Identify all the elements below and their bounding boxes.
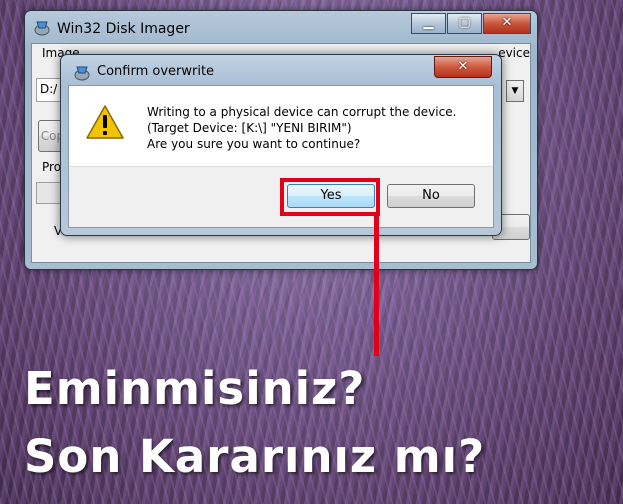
maximize-button[interactable]: ▢ [447, 13, 482, 34]
message-line: (Target Device: [K:\] "YENI BIRIM") [147, 121, 352, 135]
device-dropdown[interactable]: ▼ [506, 80, 524, 102]
dialog-title: Confirm overwrite [97, 64, 215, 79]
annotation-line [374, 214, 379, 356]
no-button[interactable]: No [387, 184, 475, 208]
message-line: Writing to a physical device can corrupt… [147, 105, 457, 119]
caption-line-1: Eminmisiniz? [24, 362, 366, 415]
dialog-message: Writing to a physical device can corrupt… [147, 104, 456, 152]
minimize-button[interactable]: ▁ [411, 13, 446, 34]
caption-line-2: Son Kararınız mı? [24, 430, 486, 483]
dialog-close-button[interactable]: ✕ [434, 56, 492, 78]
device-label: Device [498, 46, 530, 60]
window-controls: ▁ ▢ ✕ [410, 13, 531, 34]
image-path-value: D:/ [40, 82, 58, 96]
disk-imager-icon [34, 21, 50, 36]
warning-icon [86, 105, 124, 139]
yes-highlight-box [280, 178, 380, 216]
message-line: Are you sure you want to continue? [147, 137, 361, 151]
close-button[interactable]: ✕ [483, 13, 531, 34]
disk-imager-icon [74, 66, 90, 81]
window-title: Win32 Disk Imager [57, 21, 190, 37]
